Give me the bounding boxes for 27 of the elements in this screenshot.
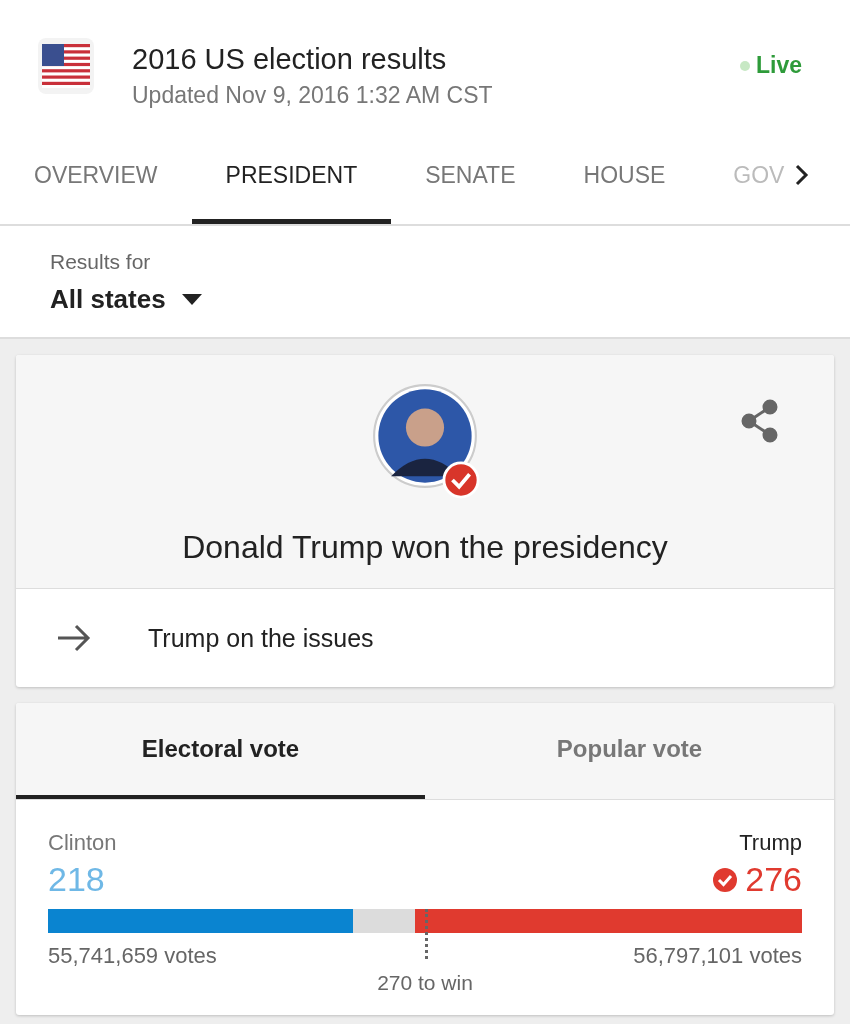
- live-dot-icon: [739, 60, 750, 71]
- vote-tab[interactable]: Popular vote: [425, 703, 834, 799]
- live-label: Live: [755, 52, 802, 79]
- state-dropdown[interactable]: All states: [50, 284, 202, 315]
- check-icon: [713, 867, 738, 892]
- flag-icon: [38, 38, 94, 94]
- candidate-name: Clinton: [48, 830, 117, 856]
- section-tab[interactable]: SENATE: [391, 126, 550, 224]
- electoral-count: 276: [745, 860, 802, 899]
- chevron-right-icon[interactable]: [794, 163, 811, 187]
- threshold-label: 270 to win: [377, 971, 473, 995]
- caret-icon: [181, 293, 202, 306]
- electoral-count: 218: [48, 860, 105, 899]
- page-title: 2016 US election results: [132, 43, 448, 76]
- vote-total: 56,797,101 votes: [633, 943, 802, 969]
- section-tab[interactable]: OVERVIEW: [0, 126, 192, 224]
- arrow-right-icon: [56, 623, 92, 653]
- section-tab[interactable]: HOUSE: [549, 126, 700, 224]
- winner-headline: Donald Trump won the presidency: [182, 529, 668, 566]
- vote-total: 55,741,659 votes: [48, 943, 217, 969]
- issues-link[interactable]: Trump on the issues: [16, 589, 834, 687]
- check-badge-icon: [442, 461, 480, 499]
- candidate-name: Trump: [738, 830, 802, 856]
- vote-tab[interactable]: Electoral vote: [16, 703, 425, 799]
- share-icon[interactable]: [740, 399, 780, 443]
- filter-label: Results for: [50, 250, 152, 274]
- updated-time: Updated Nov 9, 2016 1:32 AM CST: [132, 82, 494, 109]
